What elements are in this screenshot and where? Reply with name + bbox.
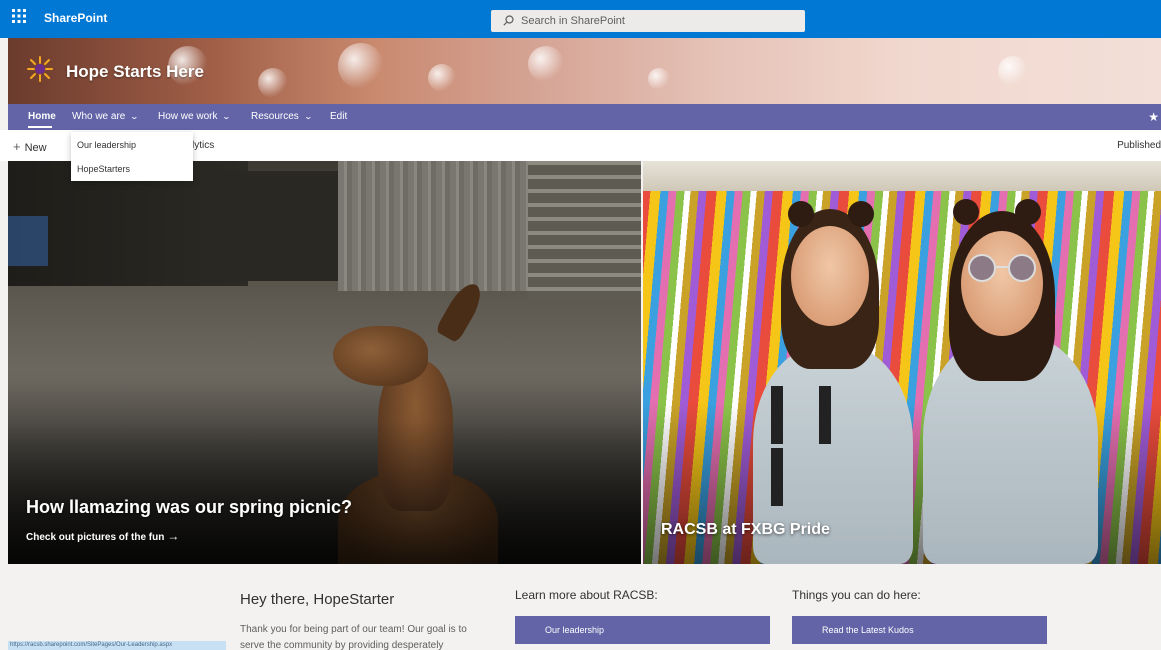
person-photo xyxy=(1015,199,1041,225)
person-photo xyxy=(848,201,874,227)
sunglasses-photo xyxy=(968,254,1036,282)
banner-decoration xyxy=(998,56,1028,86)
read-latest-kudos-button[interactable]: Read the Latest Kudos xyxy=(792,616,1047,644)
photo-detail xyxy=(528,161,641,301)
search-box[interactable] xyxy=(491,10,805,32)
person-photo xyxy=(953,199,979,225)
app-name[interactable]: SharePoint xyxy=(44,11,107,25)
site-navigation: Home Who we are ⌄ How we work ⌄ Resources ⌄… xyxy=(8,104,1161,130)
hero-subtitle: Check out pictures of the fun xyxy=(26,532,165,543)
banner-decoration xyxy=(648,68,670,90)
page-analytics-button[interactable]: lytics xyxy=(192,140,214,151)
hero-subtitle-link[interactable]: Check out pictures of the fun → xyxy=(26,529,179,543)
nav-item-label: Home xyxy=(28,111,56,122)
star-icon[interactable]: ★ xyxy=(1148,110,1159,124)
nav-item-label: Resources xyxy=(251,111,299,122)
published-status: Published xyxy=(1117,140,1161,151)
chevron-down-icon: ⌄ xyxy=(130,112,140,121)
active-indicator xyxy=(28,126,52,128)
person-photo xyxy=(788,201,814,227)
site-logo-icon[interactable] xyxy=(26,55,54,83)
status-bar-url: https://racsb.sharepoint.com/SitePages/O… xyxy=(8,641,226,650)
app-launcher-icon[interactable] xyxy=(12,9,28,25)
learn-more-heading: Learn more about RACSB: xyxy=(515,588,658,602)
welcome-heading: Hey there, HopeStarter xyxy=(240,591,395,608)
our-leadership-button[interactable]: Our leadership xyxy=(515,616,770,644)
banner-decoration xyxy=(528,46,564,82)
nav-item-how-we-work[interactable]: How we work ⌄ xyxy=(158,111,232,122)
hero-tile-fxbg-pride[interactable]: RACSB at FXBG Pride xyxy=(643,161,1161,564)
hero-title[interactable]: RACSB at FXBG Pride xyxy=(661,521,830,539)
things-to-do-heading: Things you can do here: xyxy=(792,588,921,602)
suite-bar: SharePoint xyxy=(0,0,1161,38)
welcome-text: Thank you for being part of our team! Ou… xyxy=(240,624,467,650)
site-title[interactable]: Hope Starts Here xyxy=(66,62,204,82)
photo-background xyxy=(643,161,1161,191)
arrow-right-icon: → xyxy=(167,529,180,543)
llama-photo xyxy=(333,326,428,386)
shirt-graphic xyxy=(771,448,821,506)
site-header-banner: Hope Starts Here xyxy=(8,38,1161,104)
hero-tile-spring-picnic[interactable]: How llamazing was our spring picnic? Che… xyxy=(8,161,641,564)
search-icon xyxy=(503,15,514,26)
nav-item-who-we-are[interactable]: Who we are ⌄ xyxy=(72,111,140,122)
person-photo xyxy=(961,231,1043,336)
nav-item-label: Edit xyxy=(330,111,348,122)
search-input[interactable] xyxy=(521,13,791,29)
nav-item-resources[interactable]: Resources ⌄ xyxy=(251,111,313,122)
chevron-down-icon: ⌄ xyxy=(222,112,232,121)
nav-item-label: Who we are xyxy=(72,111,126,122)
nav-item-home[interactable]: Home xyxy=(28,111,56,122)
who-we-are-dropdown-menu: Our leadership HopeStarters xyxy=(71,132,193,181)
new-button[interactable]: + New xyxy=(13,139,47,154)
page-content: Hey there, HopeStarter Thank you for bei… xyxy=(0,564,1161,650)
menu-item-our-leadership[interactable]: Our leadership xyxy=(77,140,136,150)
hero-title[interactable]: How llamazing was our spring picnic? xyxy=(26,497,352,518)
chevron-down-icon: ⌄ xyxy=(303,112,313,121)
nav-item-label: How we work xyxy=(158,111,218,122)
nav-item-edit[interactable]: Edit xyxy=(330,111,347,122)
banner-decoration xyxy=(428,64,456,92)
banner-decoration xyxy=(338,43,384,89)
banner-decoration xyxy=(258,68,288,98)
new-button-label: New xyxy=(24,142,47,154)
photo-detail xyxy=(8,216,48,266)
plus-icon: + xyxy=(13,139,21,154)
photo-detail xyxy=(338,161,548,291)
person-photo xyxy=(791,226,869,326)
shirt-graphic xyxy=(771,386,831,444)
photo-detail xyxy=(208,171,338,281)
menu-item-hopestarters[interactable]: HopeStarters xyxy=(77,164,130,174)
